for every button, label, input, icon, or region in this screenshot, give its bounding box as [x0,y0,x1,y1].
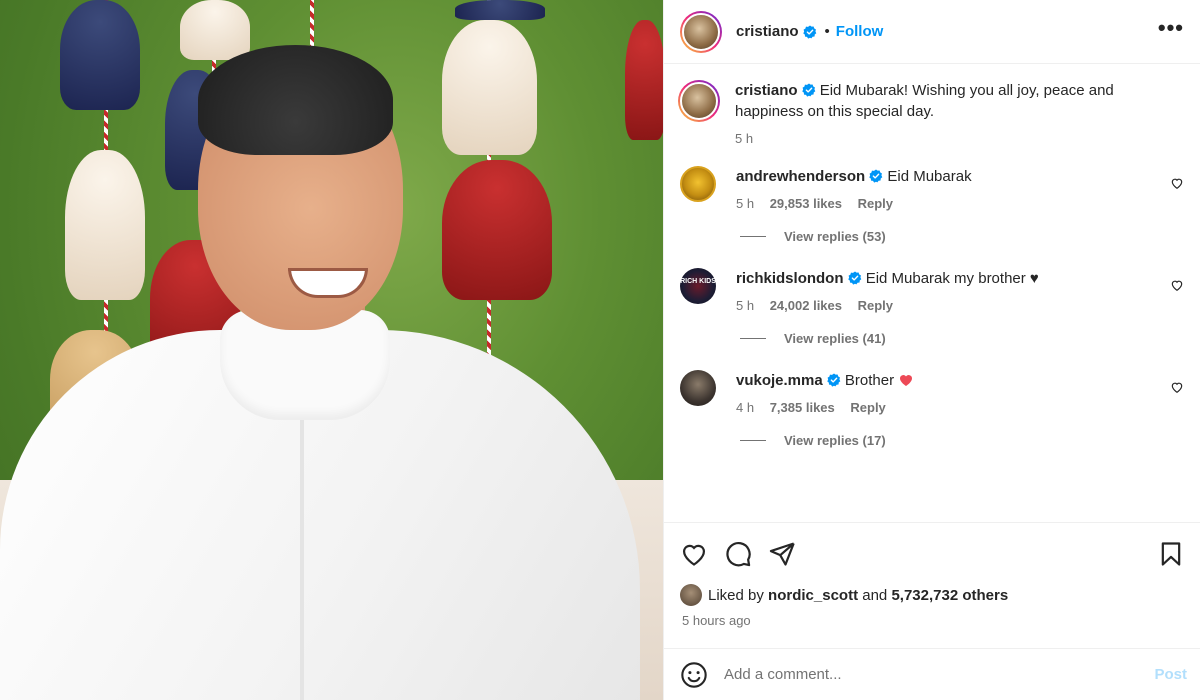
comment-input[interactable] [724,666,1155,683]
liker-username[interactable]: nordic_scott [768,587,858,604]
verified-badge-icon [826,373,841,387]
likes-others[interactable]: 5,732,732 others [891,587,1008,604]
comment-text: andrewhenderson Eid Mubarak [736,166,1136,187]
avatar-logo-text: RICH KIDS [680,278,716,285]
post-header: cristiano • Follow ••• [664,0,1200,64]
liked-by-prefix: Liked by [708,586,764,604]
verified-badge-icon [869,169,883,183]
view-replies-label[interactable]: View replies (53) [784,229,886,244]
reply-button[interactable]: Reply [858,196,893,211]
share-icon[interactable] [768,540,796,568]
comment-username[interactable]: richkidslondon [736,270,844,287]
comment-row: RICH KIDS richkidslondon Eid Mubarak my … [680,268,1184,313]
comment-meta: 4 h 7,385 likes Reply [736,400,1136,415]
view-replies-button[interactable]: View replies (17) [740,433,1184,448]
post-panel: cristiano • Follow ••• cristiano Eid Mub… [663,0,1200,700]
action-bar [664,522,1200,584]
post-timestamp[interactable]: 5 hours ago [682,613,751,628]
view-replies-label[interactable]: View replies (41) [784,331,886,346]
author-avatar[interactable] [680,10,722,53]
comment-body: Brother [844,372,895,389]
caption-text: cristiano Eid Mubarak! Wishing you all j… [735,80,1135,122]
comment-likes[interactable]: 24,002 likes [770,298,842,313]
post-button[interactable]: Post [1154,666,1187,683]
liked-by-middle: and [862,586,888,604]
post-image[interactable] [0,0,663,700]
heart-icon[interactable] [680,540,708,568]
emoji-icon[interactable] [680,661,708,689]
hair [198,45,393,155]
red-heart-emoji-icon [900,375,913,386]
liker-avatar[interactable] [680,584,702,606]
comment-time: 5 h [736,196,755,211]
comment-likes[interactable]: 29,853 likes [770,196,842,211]
commenter-avatar[interactable] [680,166,716,202]
view-replies-label[interactable]: View replies (17) [784,433,886,448]
replies-line [740,338,766,339]
view-replies-button[interactable]: View replies (53) [740,229,1184,244]
comment-meta: 5 h 24,002 likes Reply [736,298,1136,313]
person [0,0,663,700]
comment-like-heart-icon[interactable] [1170,176,1184,190]
commenter-avatar[interactable] [680,370,716,406]
shirt-placket [300,420,304,700]
comment-text: vukoje.mma Brother [736,370,1136,391]
view-replies-button[interactable]: View replies (41) [740,331,1184,346]
caption-row: cristiano Eid Mubarak! Wishing you all j… [678,80,1184,146]
follow-button[interactable]: Follow [836,23,884,40]
reply-button[interactable]: Reply [850,400,885,415]
more-options-icon[interactable]: ••• [1158,15,1184,49]
comment-like-heart-icon[interactable] [1170,278,1184,292]
replies-line [740,440,766,441]
verified-badge-icon [801,83,815,97]
caption-meta: 5 h [735,131,1135,146]
caption-username[interactable]: cristiano [735,82,798,99]
commenter-avatar[interactable]: RICH KIDS [680,268,716,304]
comment-body: Eid Mubarak [887,168,972,185]
verified-badge-icon [847,271,861,285]
comment-like-heart-icon[interactable] [1170,380,1184,394]
reply-button[interactable]: Reply [858,298,893,313]
separator-dot: • [824,23,830,40]
comment-body: Eid Mubarak my brother ♥ [865,270,1039,287]
comment-text: richkidslondon Eid Mubarak my brother ♥ [736,268,1136,289]
caption-time: 5 h [735,131,754,146]
comment-username[interactable]: vukoje.mma [736,372,823,389]
likes-summary: Liked by nordic_scott and 5,732,732 othe… [680,584,1008,606]
comment-time: 4 h [736,400,755,415]
comment-likes[interactable]: 7,385 likes [770,400,835,415]
caption-avatar[interactable] [678,80,720,122]
bookmark-icon[interactable] [1157,540,1185,568]
comment-time: 5 h [736,298,755,313]
verified-badge-icon [802,24,816,39]
comments-list[interactable]: cristiano Eid Mubarak! Wishing you all j… [664,64,1200,522]
comment-row: vukoje.mma Brother 4 h 7,385 likes Reply [680,370,1184,415]
replies-line [740,236,766,237]
comment-row: andrewhenderson Eid Mubarak 5 h 29,853 l… [680,166,1184,211]
comment-icon[interactable] [724,540,752,568]
add-comment-bar: Post [664,648,1200,700]
comment-meta: 5 h 29,853 likes Reply [736,196,1136,211]
comment-username[interactable]: andrewhenderson [736,168,865,185]
author-username[interactable]: cristiano [736,23,799,40]
